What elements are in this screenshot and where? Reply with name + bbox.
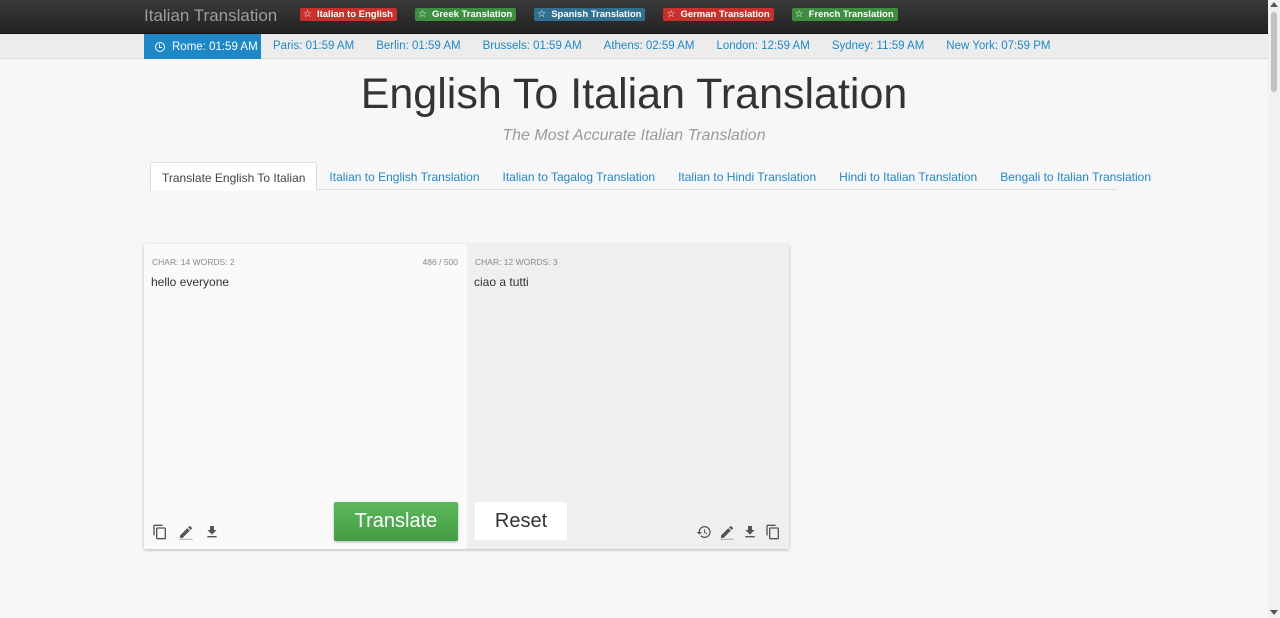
clock-rome-active[interactable]: Rome: 01:59 AM xyxy=(144,34,261,59)
target-pane: CHAR: 12 WORDS: 3 ciao a tutti Reset xyxy=(467,244,789,549)
star-icon: ☆ xyxy=(666,8,676,20)
edit-icon[interactable] xyxy=(178,524,194,540)
badge-german-translation[interactable]: ☆ German Translation xyxy=(663,8,774,21)
clock-icon xyxy=(155,41,165,52)
download-icon[interactable] xyxy=(742,524,758,540)
badge-french-translation[interactable]: ☆ French Translation xyxy=(791,8,898,21)
clock-london[interactable]: London: 12:59 AM xyxy=(716,40,809,52)
badge-italian-to-english[interactable]: ☆ Italian to English xyxy=(300,8,397,21)
history-icon[interactable] xyxy=(696,524,712,540)
page-title: English To Italian Translation xyxy=(360,70,908,118)
page-subtitle: The Most Accurate Italian Translation xyxy=(502,127,766,144)
top-navbar: Italian Translation ☆ Italian to English … xyxy=(0,0,1268,34)
scroll-thumb[interactable] xyxy=(1271,12,1277,92)
tab-hindi-to-italian[interactable]: Hindi to Italian Translation xyxy=(828,162,988,190)
world-clock-bar: Rome: 01:59 AM Paris: 01:59 AM Berlin: 0… xyxy=(0,34,1268,59)
clock-berlin[interactable]: Berlin: 01:59 AM xyxy=(376,40,460,52)
source-stats: CHAR: 14 WORDS: 2 xyxy=(152,257,235,267)
clock-list: Paris: 01:59 AM Berlin: 01:59 AM Brussel… xyxy=(273,40,1051,52)
copy-icon[interactable] xyxy=(152,524,168,540)
tab-italian-to-hindi[interactable]: Italian to Hindi Translation xyxy=(667,162,827,190)
download-icon[interactable] xyxy=(204,524,220,540)
star-icon: ☆ xyxy=(794,8,804,20)
tab-english-to-italian[interactable]: Translate English To Italian xyxy=(150,162,318,191)
source-pane: CHAR: 14 WORDS: 2 486 / 500 hello everyo… xyxy=(144,244,467,549)
star-icon: ☆ xyxy=(417,8,427,20)
tab-italian-to-tagalog[interactable]: Italian to Tagalog Translation xyxy=(492,162,667,190)
target-text-output[interactable]: ciao a tutti xyxy=(474,275,529,289)
clock-paris[interactable]: Paris: 01:59 AM xyxy=(273,40,354,52)
tab-italian-to-english[interactable]: Italian to English Translation xyxy=(318,162,490,190)
edit-icon[interactable] xyxy=(719,524,735,540)
star-icon: ☆ xyxy=(537,8,547,20)
translation-badges: ☆ Italian to English ☆ Greek Translation ☆… xyxy=(300,8,898,21)
badge-spanish-translation[interactable]: ☆ Spanish Translation xyxy=(534,8,646,21)
badge-greek-translation[interactable]: ☆ Greek Translation xyxy=(414,8,517,21)
copy-icon[interactable] xyxy=(765,524,781,540)
translator-panel: CHAR: 14 WORDS: 2 486 / 500 hello everyo… xyxy=(144,244,789,549)
scroll-up-icon[interactable] xyxy=(1270,2,1278,7)
reset-button[interactable]: Reset xyxy=(475,502,567,540)
target-stats: CHAR: 12 WORDS: 3 xyxy=(475,257,558,267)
tab-bengali-to-italian[interactable]: Bengali to Italian Translation xyxy=(989,162,1162,190)
brand-link[interactable]: Italian Translation xyxy=(144,6,277,26)
translation-tabs: Translate English To Italian Italian to … xyxy=(150,162,1151,191)
clock-sydney[interactable]: Sydney: 11:59 AM xyxy=(832,40,924,52)
clock-new-york[interactable]: New York: 07:59 PM xyxy=(946,40,1050,52)
char-limit-counter: 486 / 500 xyxy=(422,257,458,267)
target-toolbar xyxy=(696,524,781,540)
clock-athens[interactable]: Athens: 02:59 AM xyxy=(604,40,695,52)
page-scrollbar[interactable] xyxy=(1268,0,1280,618)
source-text-input[interactable]: hello everyone xyxy=(151,275,229,289)
source-toolbar xyxy=(152,524,220,540)
star-icon: ☆ xyxy=(303,8,312,20)
clock-brussels[interactable]: Brussels: 01:59 AM xyxy=(483,40,582,52)
translate-button[interactable]: Translate xyxy=(334,502,458,541)
scroll-down-icon[interactable] xyxy=(1270,610,1278,615)
